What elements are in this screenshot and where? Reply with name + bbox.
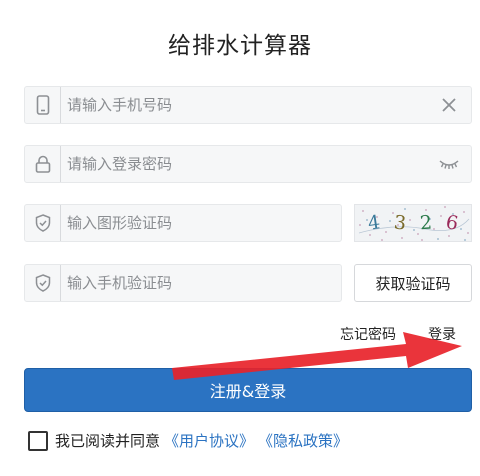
lock-icon — [25, 146, 61, 182]
captcha-char: 6 — [444, 211, 460, 235]
eye-closed-icon[interactable] — [437, 146, 461, 182]
user-agreement-link[interactable]: 《用户协议》 — [164, 430, 254, 451]
sms-code-input[interactable] — [67, 265, 327, 301]
phone-icon — [25, 87, 61, 123]
login-link[interactable]: 登录 — [428, 324, 456, 344]
captcha-image[interactable]: 4 3 2 6 — [354, 204, 472, 242]
agreement-checkbox[interactable] — [28, 430, 48, 451]
phone-field[interactable] — [24, 86, 472, 124]
register-login-button[interactable]: 注册&登录 — [24, 368, 472, 412]
captcha-char: 3 — [392, 211, 408, 235]
captcha-field[interactable] — [24, 204, 342, 242]
sms-code-field[interactable] — [24, 264, 342, 302]
forgot-password-link[interactable]: 忘记密码 — [340, 324, 396, 344]
captcha-input[interactable] — [67, 205, 327, 241]
privacy-policy-link[interactable]: 《隐私政策》 — [258, 430, 348, 451]
captcha-char: 4 — [366, 211, 382, 235]
password-input[interactable] — [67, 146, 417, 182]
shield-check-icon — [25, 205, 61, 241]
agreement-text: 我已阅读并同意 — [55, 432, 161, 450]
page-title: 给排水计算器 — [168, 33, 312, 59]
phone-input[interactable] — [67, 87, 417, 123]
shield-check-icon — [25, 265, 61, 301]
captcha-text: 4 3 2 6 — [355, 205, 471, 241]
agreement-row: 我已阅读并同意 《用户协议》 《隐私政策》 — [28, 430, 348, 451]
clear-icon[interactable] — [437, 87, 461, 123]
captcha-char: 2 — [419, 211, 433, 235]
password-field[interactable] — [24, 145, 472, 183]
get-code-button[interactable]: 获取验证码 — [354, 264, 472, 302]
